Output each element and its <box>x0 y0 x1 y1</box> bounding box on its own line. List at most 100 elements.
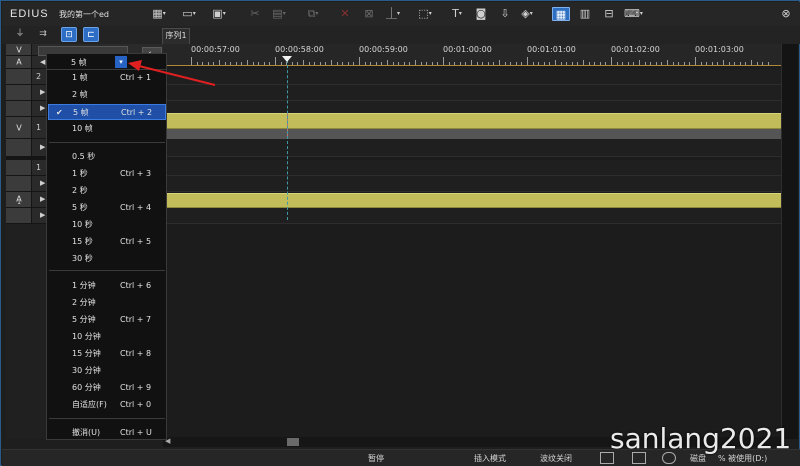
playback-state: 暂停 <box>368 454 384 463</box>
ruler-tick <box>521 62 523 65</box>
ruler-tick <box>297 62 299 65</box>
ruler-tick <box>599 62 601 65</box>
ruler-tick <box>437 62 439 65</box>
menu-item-timescale[interactable]: 30 秒 <box>48 251 166 267</box>
menu-item-timescale[interactable]: 2 分钟 <box>48 295 166 311</box>
menu-item-label: 撤消(U) <box>72 428 101 437</box>
layout-icon[interactable]: ⊟ <box>600 7 618 21</box>
expand-arrow-icon[interactable]: ▶ <box>40 179 45 187</box>
menu-item-timescale[interactable]: 10 帧 <box>48 121 166 137</box>
cut-icon[interactable]: ✂ <box>246 7 264 21</box>
ruler-tick <box>723 60 724 65</box>
menu-item-timescale[interactable]: 1 帧 Ctrl + 1 <box>48 70 166 86</box>
track-lane[interactable] <box>163 208 781 224</box>
menu-item-timescale[interactable]: 15 分钟 Ctrl + 8 <box>48 346 166 362</box>
settings-icon[interactable]: ▥ <box>576 7 594 21</box>
dropdown-arrow-icon[interactable]: ▾ <box>115 56 127 68</box>
track-lane[interactable] <box>163 69 781 85</box>
ruler-tick <box>443 57 444 65</box>
ruler-tick <box>191 57 192 65</box>
menu-item-timescale[interactable]: 5 分钟 Ctrl + 7 <box>48 312 166 328</box>
vertical-scrollbar[interactable] <box>781 44 798 439</box>
copy-icon[interactable]: ⧉▾ <box>304 7 322 21</box>
expand-arrow-icon[interactable]: ▶ <box>40 104 45 112</box>
menu-item-timescale[interactable]: 60 分钟 Ctrl + 9 <box>48 380 166 396</box>
delete-icon[interactable]: ✕ <box>336 7 354 21</box>
ripple-mode[interactable]: 波纹关闭 <box>540 453 572 464</box>
expand-arrow-icon[interactable]: ▶ <box>40 143 45 151</box>
menu-item-timescale[interactable]: 10 秒 <box>48 217 166 233</box>
menu-item-timescale[interactable]: ✔ 5 帧 Ctrl + 2 <box>48 104 166 120</box>
expand-arrow-icon[interactable]: ▶ <box>40 88 45 96</box>
expand-arrow-icon[interactable]: ▶ <box>40 211 45 219</box>
snap-icon[interactable]: ⊏ <box>83 27 99 42</box>
tab-sequence[interactable]: 序列1 <box>162 28 190 44</box>
menu-item-timescale[interactable]: 撤消(U) Ctrl + U <box>48 425 166 441</box>
track-type-label: A <box>6 56 32 68</box>
menu-item-timescale[interactable]: 5 秒 Ctrl + 4 <box>48 200 166 216</box>
menu-item-shortcut: Ctrl + 8 <box>120 349 152 358</box>
menu-item-timescale[interactable]: 自适应(F) Ctrl + 0 <box>48 397 166 413</box>
link-icon[interactable]: ⊡ <box>61 27 77 42</box>
menu-item-label: 5 分钟 <box>72 315 96 324</box>
paste-icon[interactable]: ▤▾ <box>270 7 288 21</box>
playhead-handle-icon[interactable] <box>282 56 292 62</box>
ruler-tick <box>426 62 428 65</box>
ruler-tick <box>515 62 517 65</box>
watermark: sanlang2021 <box>610 422 792 455</box>
menu-item-label: 2 分钟 <box>72 298 96 307</box>
video-clip[interactable] <box>163 113 781 129</box>
track-icon[interactable]: ⇉ <box>35 27 51 42</box>
export-icon[interactable]: ⇩ <box>496 7 514 21</box>
time-ruler[interactable]: 00:00:57:00 00:00:58:00 00:00:59:00 00:0… <box>163 44 781 66</box>
ruler-tick <box>504 62 506 65</box>
audio-clip[interactable] <box>163 193 781 208</box>
ruler-label: 00:01:00:00 <box>443 45 492 54</box>
ruler-tick <box>739 62 741 65</box>
ruler-tick <box>370 62 372 65</box>
menu-item-timescale[interactable]: 30 分钟 <box>48 363 166 379</box>
title-icon[interactable]: T▾ <box>448 7 466 21</box>
menu-item-timescale[interactable]: 1 秒 Ctrl + 3 <box>48 166 166 182</box>
menu-item-timescale[interactable]: 10 分钟 <box>48 329 166 345</box>
timeline-grid-icon[interactable]: ▦ <box>552 7 570 21</box>
ruler-tick <box>202 62 204 65</box>
new-sequence-icon[interactable]: ▦▾ <box>150 7 168 21</box>
scroll-thumb[interactable] <box>287 438 299 446</box>
menu-item-timescale[interactable]: 2 帧 <box>48 87 166 103</box>
ruler-tick <box>314 62 316 65</box>
audio-icon[interactable]: ◈▾ <box>518 7 536 21</box>
ruler-tick <box>280 62 282 65</box>
track-lane[interactable] <box>163 176 781 192</box>
menu-item-shortcut: Ctrl + 9 <box>120 383 152 392</box>
marker-icon[interactable]: ⏊▾ <box>384 7 402 21</box>
save-icon[interactable]: ▣▾ <box>210 7 228 21</box>
track-lane[interactable] <box>163 85 781 101</box>
ruler-tick <box>375 62 377 65</box>
ruler-label: 00:01:02:00 <box>611 45 660 54</box>
expand-arrow-icon[interactable]: ◀ <box>40 58 45 66</box>
menu-item-shortcut: Ctrl + 3 <box>120 169 152 178</box>
menu-item-timescale[interactable]: 2 秒 <box>48 183 166 199</box>
menu-item-timescale[interactable]: 0.5 秒 <box>48 149 166 165</box>
keyboard-icon[interactable]: ⌨▾ <box>624 7 643 21</box>
insert-mode[interactable]: 插入模式 <box>474 453 506 464</box>
track-lane[interactable] <box>163 139 781 157</box>
timescale-selector[interactable]: 5 帧 ▾ <box>46 53 167 69</box>
menu-item-timescale[interactable]: 15 秒 Ctrl + 5 <box>48 234 166 250</box>
ripple-delete-icon[interactable]: ⊠ <box>360 7 378 21</box>
menu-item-shortcut: Ctrl + 4 <box>120 203 152 212</box>
timeline-area[interactable]: 00:00:57:00 00:00:58:00 00:00:59:00 00:0… <box>163 44 781 439</box>
capture-icon[interactable]: ◙ <box>472 7 490 21</box>
open-icon[interactable]: ▭▾ <box>180 7 198 21</box>
sync-lock-icon[interactable]: ⏚ <box>12 27 28 42</box>
close-icon[interactable]: ⊗ <box>778 6 794 22</box>
effects-icon[interactable]: ⬚▾ <box>416 7 434 21</box>
playhead-line[interactable] <box>287 60 288 220</box>
menu-item-label: 5 秒 <box>72 203 88 212</box>
ruler-tick <box>499 60 500 65</box>
track-lane[interactable] <box>163 160 781 176</box>
expand-arrow-icon[interactable]: ▶ <box>40 195 45 203</box>
menu-item-label: 2 秒 <box>72 186 88 195</box>
menu-item-timescale[interactable]: 1 分钟 Ctrl + 6 <box>48 278 166 294</box>
